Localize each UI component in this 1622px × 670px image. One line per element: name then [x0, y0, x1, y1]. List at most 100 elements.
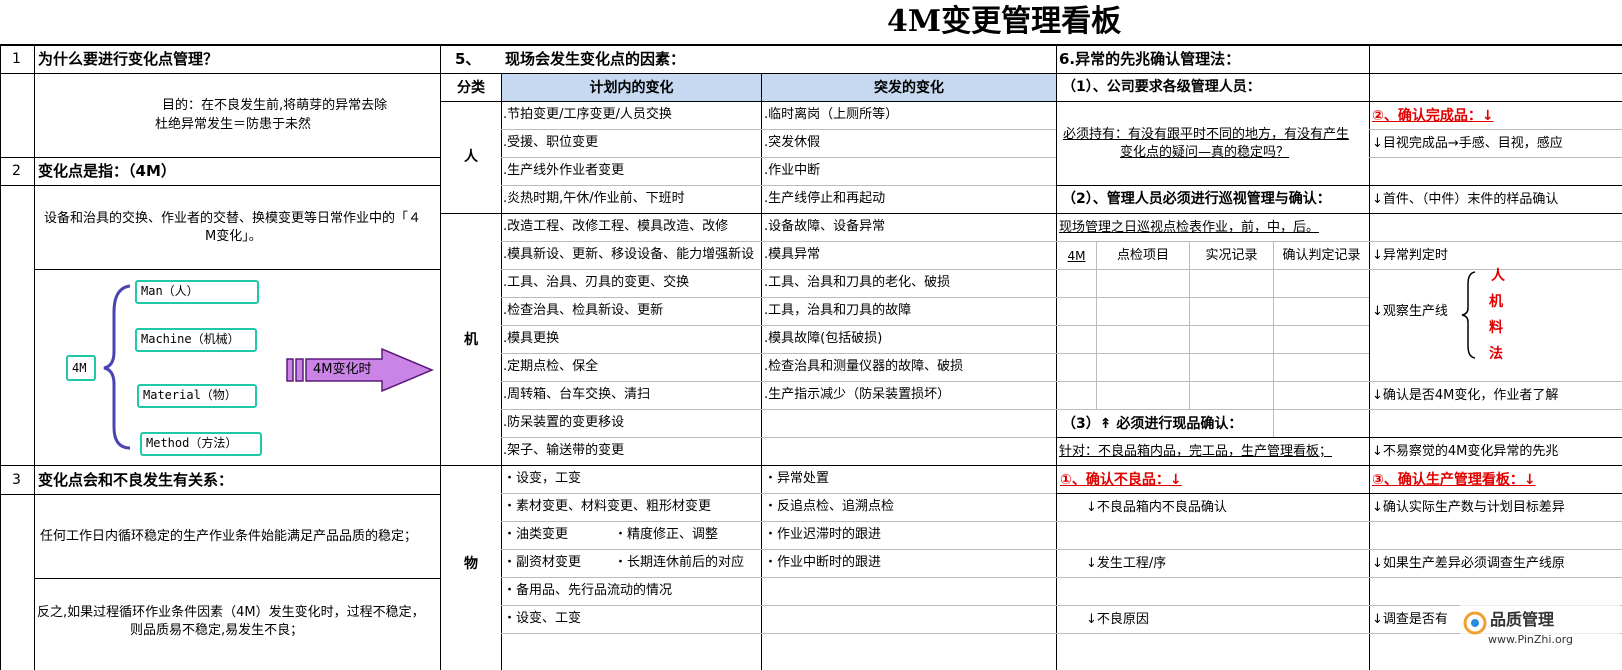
relation-text-1: 任何工作日内循环稳定的生产作业条件始能满足产品品质的稳定； — [40, 529, 418, 544]
brace-item-material: 料 — [1489, 320, 1503, 336]
confirm-finished-item-6: ↓不易察觉的4M变化异常的先兆 — [1372, 444, 1559, 459]
confirm-board-item-2: ↓如果生产差异必须调查生产线原 — [1372, 556, 1565, 571]
planned-change-extra-item: ・长期连休前后的对应 — [614, 555, 745, 570]
row-number-3: 3 — [12, 472, 21, 488]
planned-change-item: ・备用品、先行品流动的情况 — [503, 583, 673, 598]
subsection-2-text: 现场管理之日巡视点检表作业，前，中，后。 — [1059, 220, 1320, 235]
4m-brace-icon — [103, 284, 131, 450]
relation-text-2b: 则品质易不稳定,易发生不良； — [130, 623, 304, 638]
planned-change-item: ・设变，工变 — [503, 471, 582, 486]
planned-change-item: .节拍变更/工序变更/人员交换 — [503, 107, 672, 122]
planned-change-extra-item: ・精度修正、调整 — [614, 527, 719, 542]
sudden-change-item: .模具异常 — [764, 247, 821, 262]
4m-definition-2: M变化」。 — [205, 229, 262, 244]
section-number-5: 5、 — [455, 50, 481, 68]
brace-item-machine: 机 — [1489, 294, 1503, 310]
confirm-board-item-3: ↓调查是否有 — [1372, 612, 1448, 627]
sudden-change-item: ・作业中断时的跟进 — [764, 555, 882, 570]
page-title: 4M变更管理看板 — [887, 4, 1122, 39]
planned-change-item: .受援、职位变更 — [503, 135, 599, 150]
section-heading-relation: 变化点会和不良发生有关系： — [38, 471, 234, 489]
planned-change-item: .防呆装置的变更移设 — [503, 415, 625, 430]
sudden-change-item: .工具，治具和刀具的故障 — [764, 303, 912, 318]
section-heading-4m: 变化点是指：（4M） — [38, 162, 176, 180]
category-material: 物 — [464, 556, 478, 572]
planned-change-item: ・副资材变更 — [503, 555, 582, 570]
inspection-col-4m: 4M — [1067, 249, 1086, 263]
sudden-change-item: .检查治具和测量仪器的故障、破损 — [764, 359, 964, 374]
planned-change-item: .炎热时期,午休/作业前、下班时 — [503, 191, 685, 206]
inspection-col-item: 点检项目 — [1116, 248, 1169, 263]
planned-change-item: .改造工程、改修工程、模具改造、改修 — [503, 219, 729, 234]
sudden-change-item: .临时离岗（上厕所等） — [764, 107, 899, 122]
4m-center-box: 4M — [66, 355, 96, 381]
material-box: Material（物） — [137, 384, 257, 408]
sudden-change-item: .模具故障(包括破损) — [764, 331, 883, 346]
confirm-finished-heading: ②、确认完成品：↓ — [1372, 108, 1494, 124]
confirm-finished-item-4: ↓观察生产线 — [1372, 304, 1448, 319]
section-heading-precursor: 6.异常的先兆确认管理法： — [1059, 50, 1241, 68]
confirm-finished-item-2: ↓首件、（中件）末件的样品确认 — [1372, 192, 1559, 207]
confirm-defects-item-1: ↓不良品箱内不良品确认 — [1086, 500, 1227, 515]
subsection-2-heading: （2）、管理人员必须进行巡视管理与确认： — [1062, 191, 1331, 207]
sudden-change-item: .作业中断 — [764, 163, 821, 178]
relation-text-2a: 反之,如果过程循环作业条件因素（4M）发生变化时，过程不稳定， — [37, 605, 425, 620]
subsection-3-text: 针对：不良品箱内品，完工品，生产管理看板； — [1059, 444, 1333, 459]
planned-change-item: ・设变、工变 — [503, 611, 582, 626]
confirm-finished-item-1: ↓目视完成品→手感、目视，感应 — [1372, 136, 1563, 151]
subsection-1-text-1: 必须持有：有没有跟平时不同的地方，有没有产生 — [1063, 127, 1350, 142]
sudden-change-item: ・反追点检、追溯点检 — [764, 499, 895, 514]
sudden-change-item: ・作业迟滞时的跟进 — [764, 527, 882, 542]
sudden-change-item: .设备故障、设备异常 — [764, 219, 886, 234]
confirm-finished-item-3: ↓异常判定时 — [1372, 248, 1448, 263]
4m-definition-1: 设备和治具的交换、作业者的交替、换模变更等日常作业中的「４ — [44, 211, 422, 226]
sudden-change-item: .突发休假 — [764, 135, 821, 150]
category-man: 人 — [464, 149, 478, 165]
brace-item-method: 法 — [1489, 346, 1503, 362]
confirm-defects-item-3: ↓不良原因 — [1086, 612, 1149, 627]
planned-change-header: 计划内的变化 — [589, 80, 674, 96]
confirm-defects-heading: ①、确认不良品：↓ — [1060, 472, 1182, 488]
confirm-board-item-1: ↓确认实际生产数与计划目标差异 — [1372, 500, 1565, 515]
confirm-finished-item-5: ↓确认是否4M变化，作业者了解 — [1372, 388, 1559, 403]
confirm-board-heading: ③、确认生产管理看板：↓ — [1372, 472, 1536, 488]
sudden-change-item: .工具、治具和刀具的老化、破损 — [764, 275, 951, 290]
section-heading-why: 为什么要进行变化点管理？ — [38, 50, 219, 68]
inspection-col-judgement: 确认判定记录 — [1282, 248, 1361, 263]
planned-change-item: ・油类变更 — [503, 527, 569, 542]
planned-change-item: .周转箱、台车交换、清扫 — [503, 387, 651, 402]
planned-change-item: ・素材变更、材料变更、粗形材变更 — [503, 499, 712, 514]
planned-change-item: .模具更换 — [503, 331, 560, 346]
inspection-col-record: 实况记录 — [1205, 248, 1258, 263]
method-box: Method（方法） — [140, 432, 262, 456]
planned-change-item: .生产线外作业者变更 — [503, 163, 625, 178]
watermark-url: www.PinZhi.org — [1488, 633, 1573, 646]
4m-change-arrow-label: 4M变化时 — [313, 362, 372, 377]
subsection-3-heading: （3）↟ 必须进行现品确认： — [1062, 416, 1243, 432]
category-machine: 机 — [464, 332, 478, 348]
man-box: Man（人） — [135, 280, 259, 304]
purpose-text-1: 目的：在不良发生前,将萌芽的异常去除 — [162, 98, 388, 113]
confirm-defects-item-2: ↓发生工程/序 — [1086, 556, 1167, 571]
planned-change-item: .模具新设、更新、移设设备、能力增强新设 — [503, 247, 755, 262]
planned-change-item: .检查治具、检具新设、更新 — [503, 303, 664, 318]
watermark-logo-icon — [1463, 611, 1487, 635]
sudden-change-item: ・异常处置 — [764, 471, 830, 486]
planned-change-item: .工具、治具、刃具的变更、交换 — [503, 275, 690, 290]
category-header: 分类 — [457, 80, 485, 96]
row-number-2: 2 — [12, 163, 21, 179]
watermark-name: 品质管理 — [1490, 610, 1555, 629]
machine-box: Machine（机械） — [135, 328, 257, 352]
sudden-change-item: .生产指示减少（防呆装置损坏） — [764, 387, 951, 402]
brace-item-man: 人 — [1491, 268, 1505, 284]
row-number-1: 1 — [12, 51, 21, 67]
planned-change-item: .架子、输送带的变更 — [503, 443, 625, 458]
purpose-text-2: 杜绝异常发生＝防患于未然 — [155, 117, 312, 132]
subsection-1-heading: （1）、公司要求各级管理人员： — [1062, 79, 1261, 95]
sudden-change-item: .生产线停止和再起动 — [764, 191, 886, 206]
4m-brace-small-icon — [1461, 271, 1476, 359]
section-heading-factors: 现场会发生变化点的因素： — [505, 50, 686, 68]
subsection-1-text-2: 变化点的疑问—真的稳定吗？ — [1120, 145, 1290, 160]
planned-change-item: .定期点检、保全 — [503, 359, 599, 374]
sudden-change-header: 突发的变化 — [874, 80, 944, 96]
